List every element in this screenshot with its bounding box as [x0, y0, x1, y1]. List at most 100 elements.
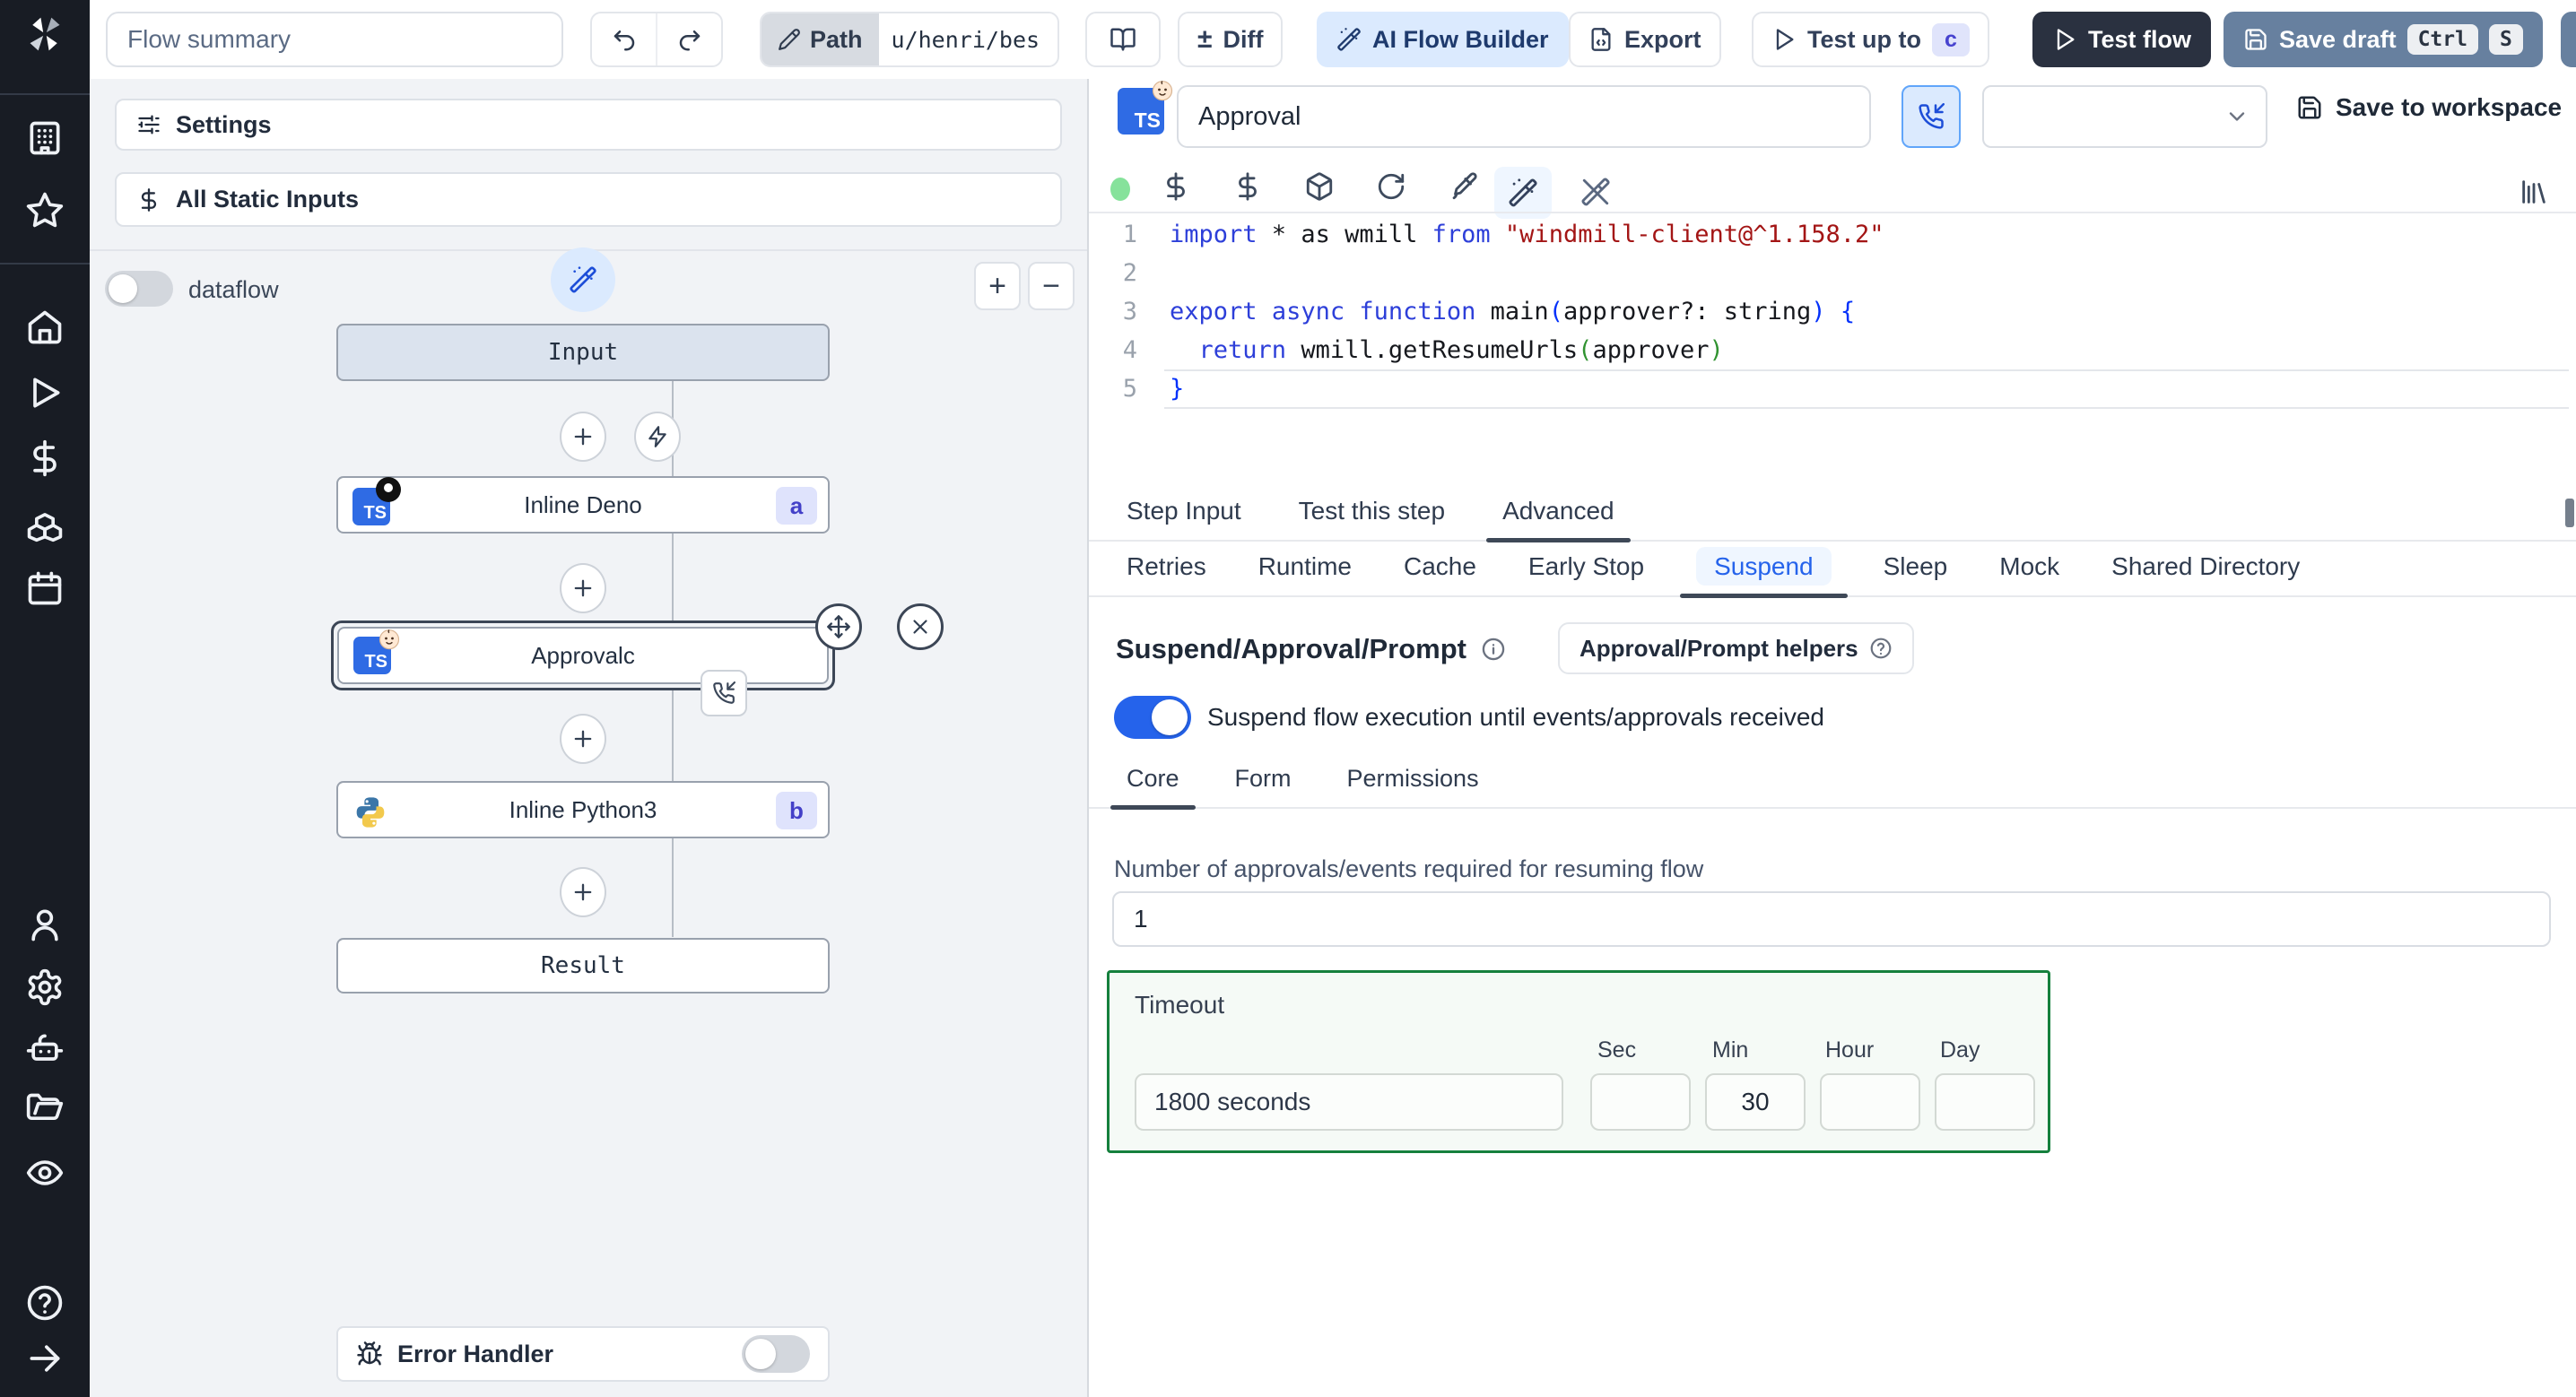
timeout-section: Timeout 1800 seconds Sec Min Hour Day — [1107, 970, 2050, 1153]
suspend-phone-toggle-button[interactable] — [1902, 85, 1961, 148]
home-icon[interactable] — [25, 308, 65, 347]
graph-ai-wand-button[interactable] — [551, 247, 615, 312]
save-draft-button[interactable]: Save draft Ctrl S — [2224, 12, 2543, 67]
sidebar-divider — [0, 263, 90, 265]
plus-icon — [574, 579, 592, 597]
settings-gear-icon[interactable] — [25, 967, 65, 1007]
tab-shared-directory[interactable]: Shared Directory — [2099, 552, 2312, 595]
approvals-count-input[interactable] — [1112, 891, 2551, 947]
plus-minus-icon: ± — [1197, 24, 1213, 54]
schedules-icon[interactable] — [25, 568, 65, 608]
suspend-phone-indicator[interactable] — [701, 670, 747, 716]
resource-dollar-icon[interactable] — [1232, 169, 1263, 204]
flow-node-approval-selected[interactable]: TS Approval c — [331, 620, 835, 690]
tab-cache[interactable]: Cache — [1391, 552, 1489, 595]
zoom-in-button[interactable]: + — [974, 262, 1021, 310]
windmill-logo-icon[interactable] — [25, 14, 65, 54]
expand-arrow-icon[interactable] — [25, 1339, 65, 1378]
step-id-badge: b — [776, 792, 817, 829]
error-handler-row[interactable]: Error Handler — [336, 1326, 830, 1382]
path-edit-segment[interactable]: Path — [761, 13, 879, 65]
delete-step-button[interactable] — [897, 603, 944, 650]
flow-node-result[interactable]: Result — [336, 938, 830, 994]
approval-prompt-helpers-button[interactable]: Approval/Prompt helpers — [1558, 622, 1914, 674]
flow-node-input[interactable]: Input — [336, 324, 830, 381]
package-icon[interactable] — [1304, 169, 1335, 204]
reload-icon[interactable] — [1376, 169, 1406, 204]
tab-sleep[interactable]: Sleep — [1871, 552, 1961, 595]
advanced-tabs: Retries Runtime Cache Early Stop Suspend… — [1089, 543, 2576, 598]
phone-incoming-icon — [1919, 103, 1945, 129]
variables-icon[interactable] — [25, 438, 65, 478]
script-version-select[interactable] — [1982, 85, 2267, 148]
workspace-icon[interactable] — [25, 118, 65, 158]
tab-form[interactable]: Form — [1223, 765, 1304, 807]
timeout-min-input[interactable] — [1705, 1073, 1806, 1131]
suspend-enable-toggle[interactable] — [1114, 696, 1191, 739]
timeout-hour-input[interactable] — [1820, 1073, 1920, 1131]
error-handler-toggle[interactable] — [742, 1335, 810, 1373]
info-icon[interactable] — [1481, 637, 1506, 662]
flow-node-inline-deno[interactable]: TS Inline Deno a — [336, 476, 830, 534]
insert-step-button[interactable] — [560, 714, 606, 764]
code-gutter: 12345 — [1122, 221, 1137, 403]
variables-icon[interactable] — [1161, 169, 1191, 204]
flow-summary-input[interactable] — [106, 12, 563, 67]
insert-step-button[interactable] — [560, 867, 606, 917]
ai-flow-builder-button[interactable]: AI Flow Builder — [1317, 12, 1569, 67]
tab-test-this-step[interactable]: Test this step — [1286, 497, 1458, 540]
insert-trigger-button[interactable] — [634, 412, 681, 462]
insert-step-button[interactable] — [560, 412, 606, 462]
code-lines[interactable]: import * as wmill from "windmill-client@… — [1170, 215, 1884, 408]
path-control[interactable]: Path u/henri/bes — [760, 12, 1059, 67]
folders-icon[interactable] — [25, 1090, 65, 1130]
tab-permissions[interactable]: Permissions — [1335, 765, 1492, 807]
tab-retries[interactable]: Retries — [1114, 552, 1219, 595]
favorites-star-icon[interactable] — [25, 190, 65, 230]
magic-wand-icon — [1509, 178, 1537, 207]
format-brush-icon[interactable] — [1448, 169, 1478, 204]
docs-book-button[interactable] — [1085, 12, 1161, 67]
tab-core[interactable]: Core — [1110, 765, 1196, 810]
code-editor[interactable]: 12345 import * as wmill from "windmill-c… — [1089, 215, 2576, 527]
users-icon[interactable] — [25, 905, 65, 944]
suspend-heading: Suspend/Approval/Prompt — [1116, 633, 1466, 664]
flow-node-inline-python[interactable]: Inline Python3 b — [336, 781, 830, 838]
insert-step-button[interactable] — [560, 563, 606, 613]
audit-logs-eye-icon[interactable] — [25, 1153, 65, 1193]
step-editor-panel: TS Save to workspace 12345 import * as w… — [1089, 79, 2576, 1397]
diff-button[interactable]: ± Diff — [1178, 12, 1284, 67]
deploy-button-clipped[interactable] — [2561, 12, 2576, 67]
workers-robot-icon[interactable] — [25, 1029, 65, 1069]
save-to-workspace-button[interactable]: Save to workspace — [2296, 93, 2562, 122]
tab-suspend[interactable]: Suspend — [1680, 547, 1848, 598]
test-flow-button[interactable]: Test flow — [2032, 12, 2212, 67]
all-static-inputs-button[interactable]: All Static Inputs — [115, 172, 1062, 227]
timeout-sec-input[interactable] — [1590, 1073, 1691, 1131]
runs-icon[interactable] — [25, 373, 65, 412]
s-key-badge: S — [2488, 24, 2523, 55]
tab-early-stop[interactable]: Early Stop — [1516, 552, 1657, 595]
help-icon[interactable] — [25, 1283, 65, 1323]
export-button[interactable]: Export — [1569, 12, 1721, 67]
ai-assist-off-button[interactable] — [1580, 174, 1611, 210]
undo-button[interactable] — [592, 13, 656, 65]
tab-mock[interactable]: Mock — [1987, 552, 2072, 595]
timeout-day-input[interactable] — [1935, 1073, 2035, 1131]
ctrl-key-badge: Ctrl — [2406, 24, 2478, 55]
tab-step-input[interactable]: Step Input — [1114, 497, 1254, 540]
redo-button[interactable] — [656, 13, 721, 65]
move-step-button[interactable] — [815, 603, 862, 650]
test-up-to-button[interactable]: Test up to c — [1752, 12, 1989, 67]
path-label: Path — [810, 25, 863, 53]
dataflow-toggle[interactable] — [105, 271, 173, 307]
path-value: u/henri/bes — [878, 13, 1053, 65]
suspend-toggle-label: Suspend flow execution until events/appr… — [1207, 703, 1824, 731]
tab-runtime[interactable]: Runtime — [1246, 552, 1364, 595]
zoom-out-button[interactable]: − — [1028, 262, 1075, 310]
resources-icon[interactable] — [25, 504, 65, 543]
flow-settings-button[interactable]: Settings — [115, 99, 1062, 151]
tab-advanced[interactable]: Advanced — [1486, 497, 1631, 542]
step-name-input[interactable] — [1177, 85, 1871, 148]
library-icon[interactable] — [2519, 174, 2549, 210]
